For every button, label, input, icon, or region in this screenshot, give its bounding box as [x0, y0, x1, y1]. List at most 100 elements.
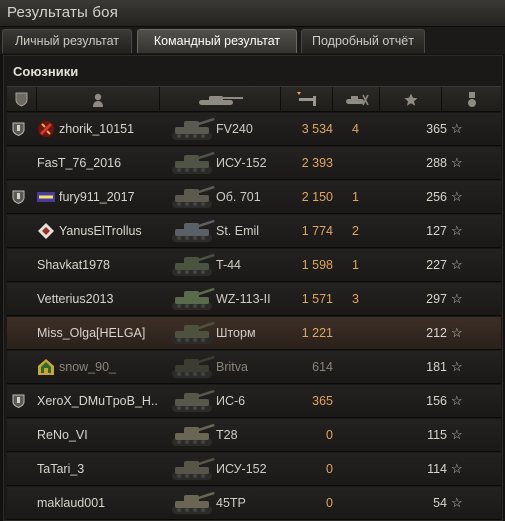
table-row[interactable]: Miss_Olga[HELGA] Шторм 1 221 212 ☆: [7, 317, 501, 350]
damage-value: 2 393: [301, 156, 333, 170]
table-row[interactable]: Shavkat1978 T-44 1 598 1 227 ☆: [7, 249, 501, 282]
damage-value: 3 534: [301, 122, 333, 136]
experience-value: 114: [427, 462, 447, 476]
tab-personal-result[interactable]: Личный результат: [2, 29, 132, 53]
table-row[interactable]: ReNo_VI T28 0 115 ☆: [7, 419, 501, 452]
star-icon: ☆: [451, 223, 463, 238]
star-icon: ☆: [451, 359, 463, 374]
star-icon: ☆: [451, 121, 463, 136]
damage-value: 2 150: [301, 190, 333, 204]
vehicle-name: T28: [216, 428, 238, 442]
table-row[interactable]: fury911_2017 Об. 701 2 150 1 256 ☆: [7, 181, 501, 214]
damage-icon: [296, 91, 316, 106]
vehicle-icon: [172, 287, 215, 310]
rank-shield-icon: [15, 92, 28, 107]
star-icon: ☆: [451, 325, 463, 340]
star-icon: ☆: [451, 257, 463, 272]
table-row[interactable]: snow_90_ Britva 614 181 ☆: [7, 351, 501, 384]
damage-value: 1 571: [301, 292, 333, 306]
experience-value: 227: [426, 258, 447, 272]
vehicle-name: Об. 701: [216, 190, 261, 204]
player-column-header[interactable]: [37, 87, 160, 112]
kills-column-header[interactable]: [333, 87, 380, 112]
vehicle-name: FV240: [216, 122, 253, 136]
kills-value: 2: [352, 224, 359, 238]
window-title-bar: Результаты боя: [0, 0, 505, 27]
experience-value: 181: [426, 360, 447, 374]
vehicle-name: ИС-6: [216, 394, 246, 408]
star-icon: ☆: [451, 291, 463, 306]
team-results-panel: Союзники zhorik_10151 FV240 3 534 4 365 ☆ Fas…: [3, 55, 503, 521]
damage-value: 0: [326, 496, 333, 510]
player-name: snow_90_: [59, 360, 116, 374]
table-row[interactable]: zhorik_10151 FV240 3 534 4 365 ☆: [7, 113, 501, 146]
star-icon: ☆: [451, 155, 463, 170]
damage-column-header[interactable]: [281, 87, 333, 112]
vehicle-icon: [172, 253, 215, 276]
experience-value: 54: [433, 496, 447, 510]
vehicle-column-header[interactable]: [160, 87, 281, 112]
tab-bar: Личный результат Командный результат Под…: [0, 27, 505, 54]
player-name: TaTari_3: [37, 462, 85, 476]
clan-emblem-icon: [37, 192, 55, 202]
kills-value: 1: [352, 190, 359, 204]
star-icon: ☆: [451, 393, 463, 408]
experience-column-header[interactable]: [380, 87, 442, 112]
experience-value: 115: [427, 428, 447, 442]
vehicle-name: ИСУ-152: [216, 462, 267, 476]
vehicle-name: St. Emil: [216, 224, 260, 238]
damage-value: 1 598: [301, 258, 333, 272]
damage-value: 614: [312, 360, 333, 374]
experience-value: 288: [426, 156, 447, 170]
experience-value: 297: [426, 292, 447, 306]
table-row[interactable]: TaTari_3 ИСУ-152 0 114 ☆: [7, 453, 501, 486]
vehicle-name: ИСУ-152: [216, 156, 267, 170]
table-row[interactable]: maklaud001 45TP 0 54 ☆: [7, 487, 501, 520]
player-name: maklaud001: [37, 496, 106, 510]
vehicle-icon: [172, 355, 215, 378]
team-title: Союзники: [13, 64, 79, 79]
player-name: FasT_76_2016: [37, 156, 122, 170]
table-row[interactable]: FasT_76_2016 ИСУ-152 2 393 288 ☆: [7, 147, 501, 180]
vehicle-icon: [172, 151, 215, 174]
vehicle-icon: [172, 389, 215, 412]
table-row[interactable]: XeroX_DMuTpoB_H.. ИС-6 365 156 ☆: [7, 385, 501, 418]
rank-column-header[interactable]: [7, 87, 37, 112]
rank-shield-icon: [12, 190, 25, 204]
table-row[interactable]: Vetterius2013 WZ-113-II 1 571 3 297 ☆: [7, 283, 501, 316]
player-name: YanusElTrollus: [59, 224, 142, 238]
damage-value: 0: [326, 462, 333, 476]
experience-value: 127: [426, 224, 447, 238]
tank-icon: [199, 95, 243, 105]
player-icon: [93, 93, 103, 107]
vehicle-icon: [172, 491, 215, 514]
rank-shield-icon: [12, 122, 25, 136]
player-name: XeroX_DMuTpoB_H..: [37, 394, 158, 408]
vehicle-name: WZ-113-II: [216, 292, 271, 306]
kills-value: 4: [352, 122, 359, 136]
star-icon: ☆: [451, 495, 463, 510]
vehicle-icon: [172, 117, 215, 140]
clan-emblem-icon: [38, 121, 54, 137]
experience-value: 156: [426, 394, 447, 408]
tab-team-result[interactable]: Командный результат: [137, 29, 297, 53]
kills-value: 1: [352, 258, 359, 272]
vehicle-name: T-44: [216, 258, 242, 272]
experience-value: 365: [426, 122, 447, 136]
damage-value: 365: [312, 394, 333, 408]
kills-icon: [346, 94, 369, 105]
table-row[interactable]: YanusElTrollus St. Emil 1 774 2 127 ☆: [7, 215, 501, 248]
damage-value: 1 221: [301, 326, 333, 340]
player-name: Vetterius2013: [37, 292, 114, 306]
vehicle-name: Britva: [216, 360, 248, 374]
vehicle-icon: [172, 423, 215, 446]
experience-value: 212: [426, 326, 447, 340]
star-icon: [404, 93, 417, 106]
experience-value: 256: [426, 190, 447, 204]
medals-column-header[interactable]: [442, 87, 501, 112]
vehicle-icon: [172, 219, 215, 242]
damage-value: 0: [326, 428, 333, 442]
tab-detailed-report[interactable]: Подробный отчёт: [301, 29, 425, 53]
player-name: Miss_Olga[HELGA]: [37, 326, 146, 340]
rank-shield-icon: [12, 394, 25, 408]
